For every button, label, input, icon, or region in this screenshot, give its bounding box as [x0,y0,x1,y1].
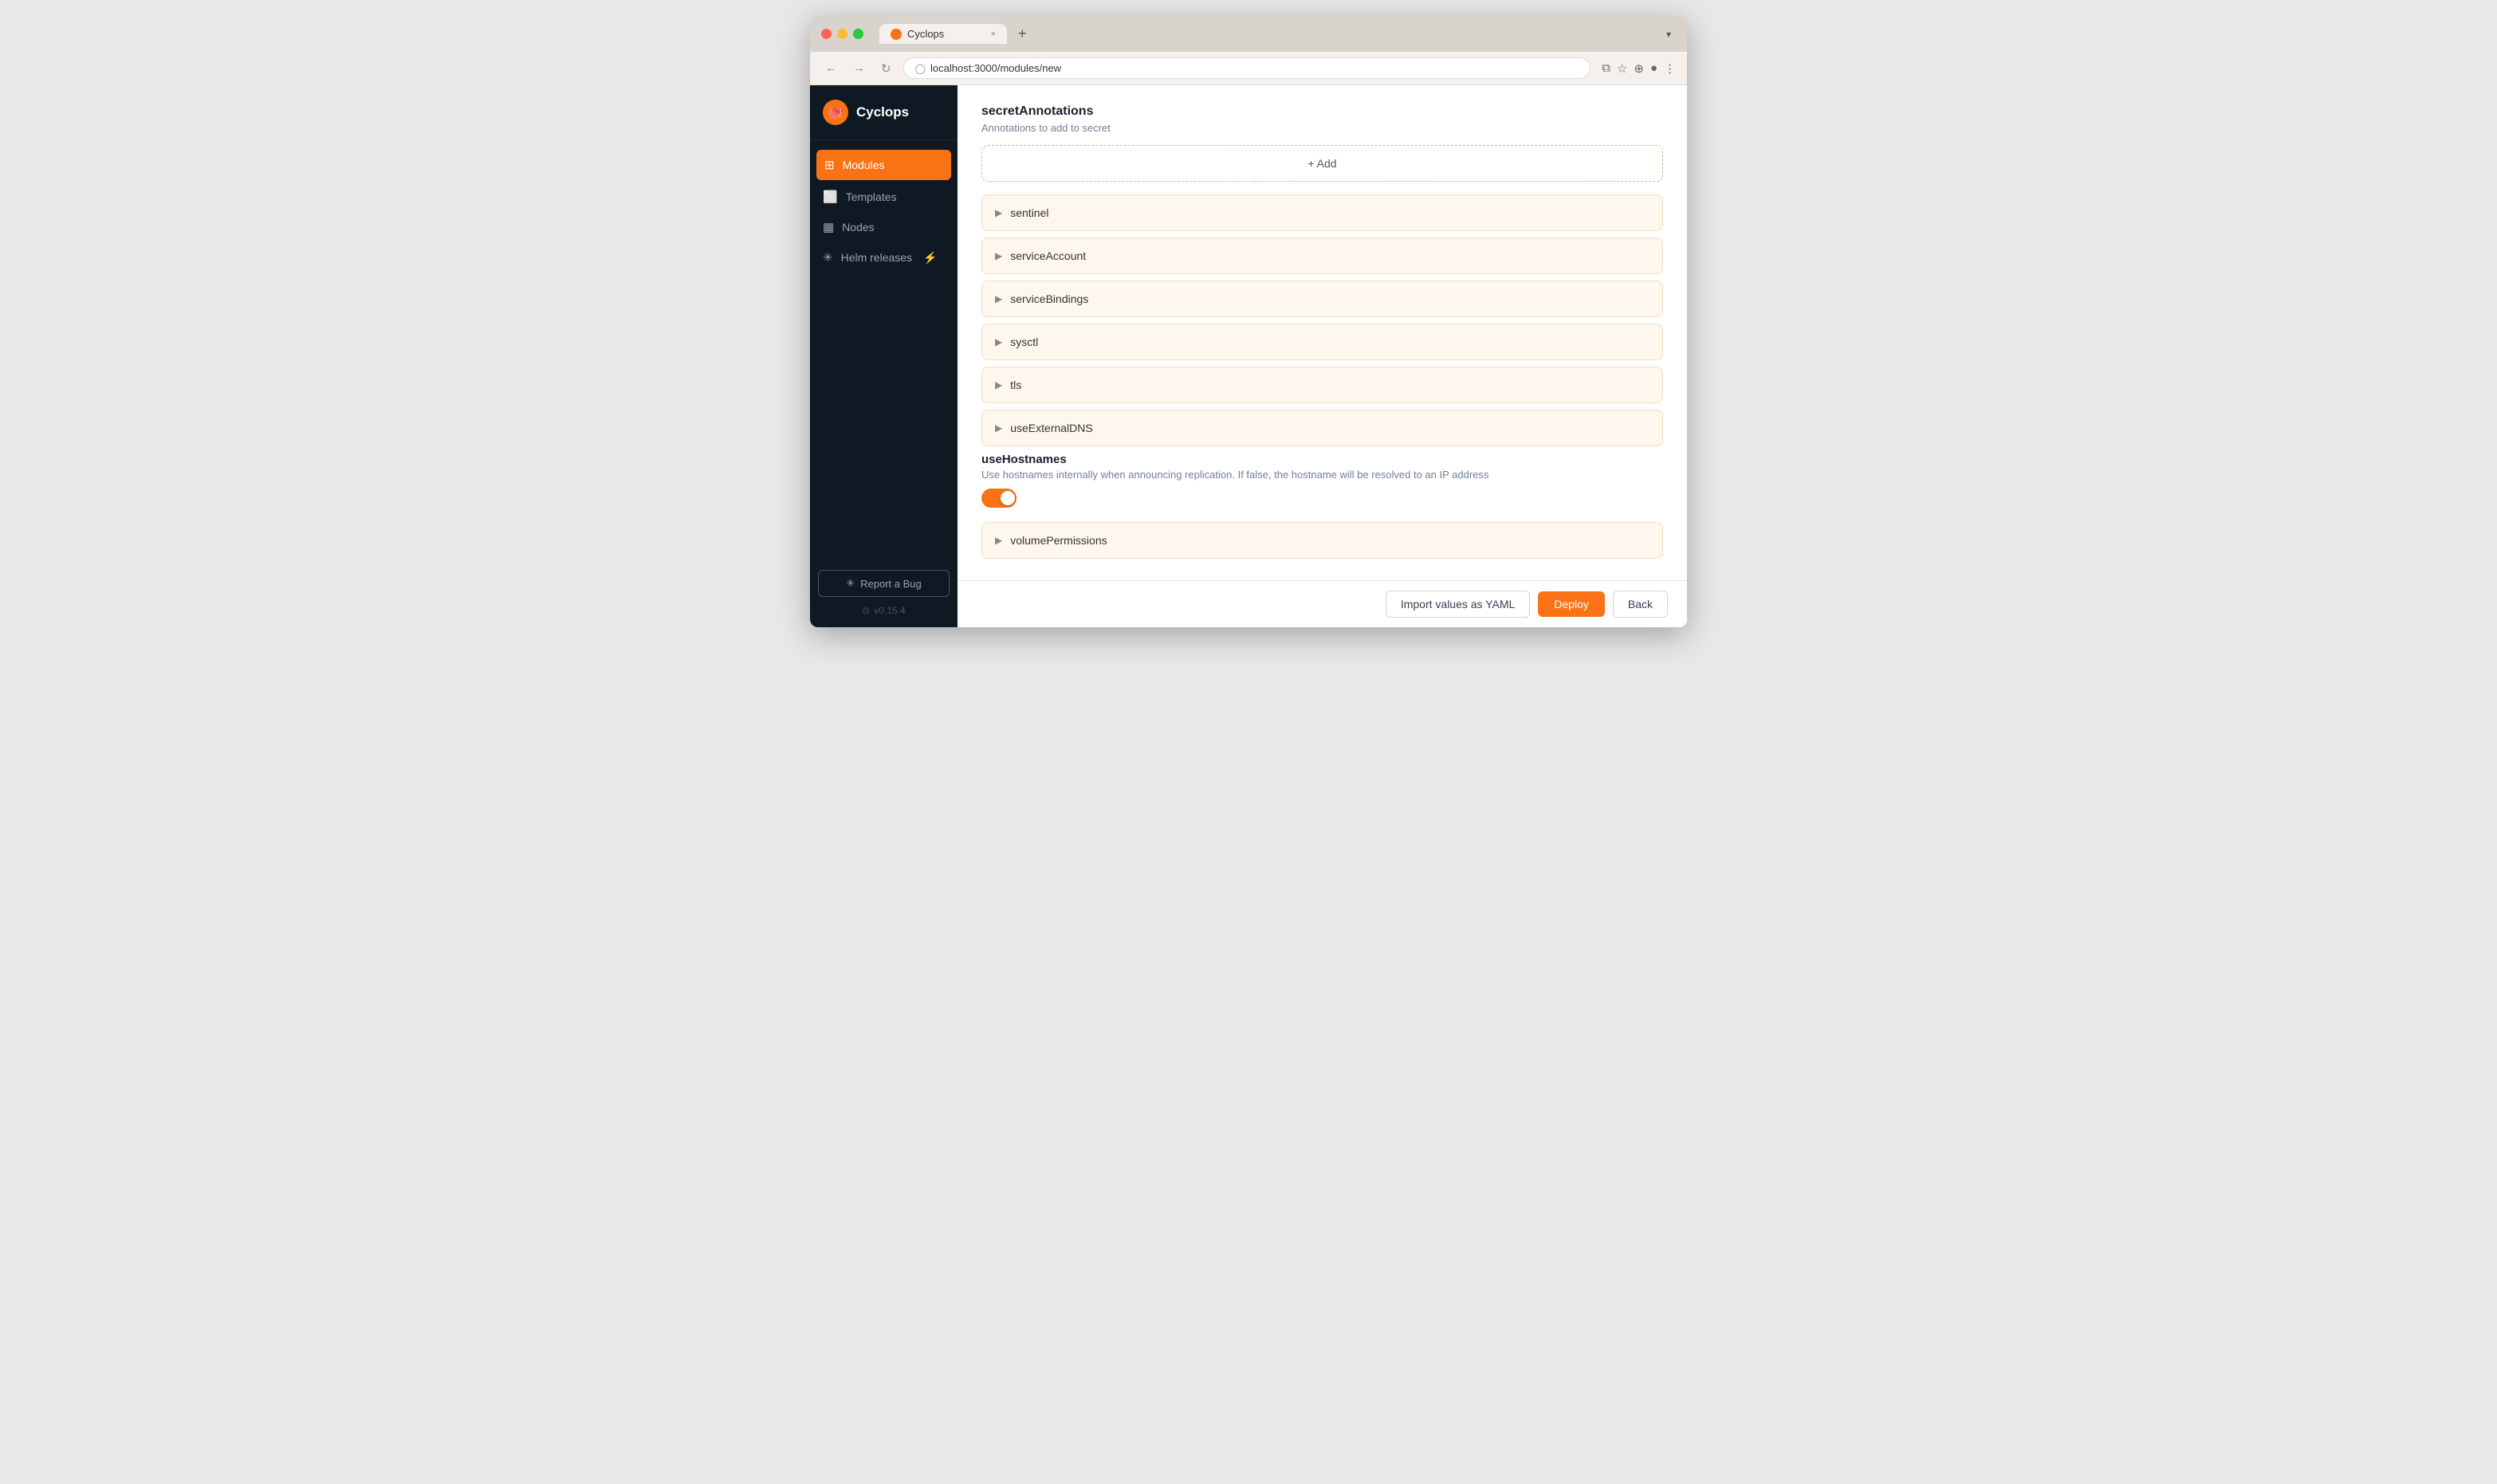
browser-navbar: ← → ↻ ◯ localhost:3000/modules/new ⧉ ☆ ⊕… [810,52,1687,85]
add-button[interactable]: + Add [981,145,1663,182]
accordion-sentinel-label: sentinel [1010,206,1048,219]
close-button[interactable] [821,29,832,39]
chevron-right-icon: ▶ [995,250,1002,261]
tab-favicon [891,29,902,40]
chevron-right-icon: ▶ [995,293,1002,304]
helm-badge: ⚡ [923,251,937,265]
sidebar-item-helm-label: Helm releases [841,251,912,264]
chevron-right-icon: ▶ [995,379,1002,391]
sidebar-header: 🐙 Cyclops [810,85,958,140]
app-layout: 🐙 Cyclops ⊞ Modules ⬜ Templates ▦ Nodes … [810,85,1687,627]
use-hostnames-field: useHostnames Use hostnames internally wh… [981,453,1663,508]
accordion-serviceaccount-label: serviceAccount [1010,249,1086,262]
profile-icon[interactable]: ● [1650,61,1657,75]
bottom-toolbar: Import values as YAML Deploy Back [958,580,1687,627]
version-text: ⊙ v0.15.4 [818,605,950,616]
report-bug-button[interactable]: ✳ Report a Bug [818,570,950,597]
field-desc: Use hostnames internally when announcing… [981,469,1663,481]
active-tab[interactable]: Cyclops × [879,24,1007,44]
sidebar-item-nodes-label: Nodes [842,221,874,234]
accordion-useexternaldns-label: useExternalDNS [1010,422,1093,434]
chevron-right-icon: ▶ [995,535,1002,546]
templates-icon: ⬜ [823,190,838,204]
chevron-right-icon: ▶ [995,207,1002,218]
deploy-button[interactable]: Deploy [1538,591,1605,617]
section-title: secretAnnotations [981,104,1663,119]
url-text: localhost:3000/modules/new [930,62,1061,74]
accordion-useexternaldns[interactable]: ▶ useExternalDNS [981,410,1663,446]
address-bar[interactable]: ◯ localhost:3000/modules/new [903,57,1591,79]
github-icon: ⊙ [862,605,870,616]
chevron-right-icon: ▶ [995,422,1002,434]
tab-close-icon[interactable]: × [991,29,996,39]
section-desc: Annotations to add to secret [981,122,1663,134]
use-hostnames-toggle[interactable] [981,489,1016,508]
bug-icon: ✳ [846,577,855,590]
accordion-servicebindings[interactable]: ▶ serviceBindings [981,281,1663,317]
forward-nav-button[interactable]: → [849,60,869,77]
app-brand: Cyclops [856,104,909,120]
bookmark-icon[interactable]: ☆ [1617,61,1627,76]
main-content: secretAnnotations Annotations to add to … [958,85,1687,627]
new-tab-button[interactable]: + [1012,24,1033,44]
accordion-servicebindings-label: serviceBindings [1010,292,1088,305]
secret-annotations-section: secretAnnotations Annotations to add to … [981,104,1663,182]
chevron-right-icon: ▶ [995,336,1002,347]
sidebar-item-templates-label: Templates [846,190,897,203]
app-logo: 🐙 [823,100,848,125]
accordion-tls-label: tls [1010,379,1021,391]
field-title: useHostnames [981,453,1663,466]
tab-dropdown-icon[interactable]: ▾ [1661,26,1676,42]
sidebar-item-helm-releases[interactable]: ✳ Helm releases ⚡ [810,242,958,273]
sidebar-item-modules[interactable]: ⊞ Modules [816,150,951,180]
modules-icon: ⊞ [824,158,835,172]
tab-title: Cyclops [907,28,944,40]
accordion-sysctl[interactable]: ▶ sysctl [981,324,1663,360]
sidebar-item-modules-label: Modules [843,159,885,171]
browser-titlebar: Cyclops × + ▾ [810,16,1687,52]
toggle-wrapper [981,489,1663,508]
report-bug-label: Report a Bug [860,578,922,590]
accordion-volumepermissions[interactable]: ▶ volumePermissions [981,522,1663,559]
import-yaml-button[interactable]: Import values as YAML [1386,591,1530,618]
puzzle-icon[interactable]: ⊕ [1634,61,1644,76]
security-icon: ◯ [915,63,926,74]
sidebar-nav: ⊞ Modules ⬜ Templates ▦ Nodes ✳ Helm rel… [810,140,958,559]
tab-area: Cyclops × + [879,24,1654,44]
accordion-sysctl-label: sysctl [1010,336,1038,348]
minimize-button[interactable] [837,29,847,39]
version-number: v0.15.4 [874,605,905,616]
accordion-tls[interactable]: ▶ tls [981,367,1663,403]
reload-button[interactable]: ↻ [877,60,895,77]
back-nav-button[interactable]: ← [821,60,841,77]
traffic-lights [821,29,863,39]
sidebar-footer: ✳ Report a Bug ⊙ v0.15.4 [810,559,958,627]
nav-icons: ⧉ ☆ ⊕ ● ⋮ [1602,61,1676,76]
sidebar: 🐙 Cyclops ⊞ Modules ⬜ Templates ▦ Nodes … [810,85,958,627]
sidebar-item-nodes[interactable]: ▦ Nodes [810,212,958,242]
back-button[interactable]: Back [1613,591,1668,618]
accordion-serviceaccount[interactable]: ▶ serviceAccount [981,238,1663,274]
extensions-icon[interactable]: ⧉ [1602,61,1610,75]
helm-icon: ✳ [823,250,833,265]
sidebar-item-templates[interactable]: ⬜ Templates [810,182,958,212]
maximize-button[interactable] [853,29,863,39]
accordion-sentinel[interactable]: ▶ sentinel [981,194,1663,231]
nodes-icon: ▦ [823,220,834,234]
menu-icon[interactable]: ⋮ [1664,61,1676,76]
accordion-volumepermissions-label: volumePermissions [1010,534,1107,547]
